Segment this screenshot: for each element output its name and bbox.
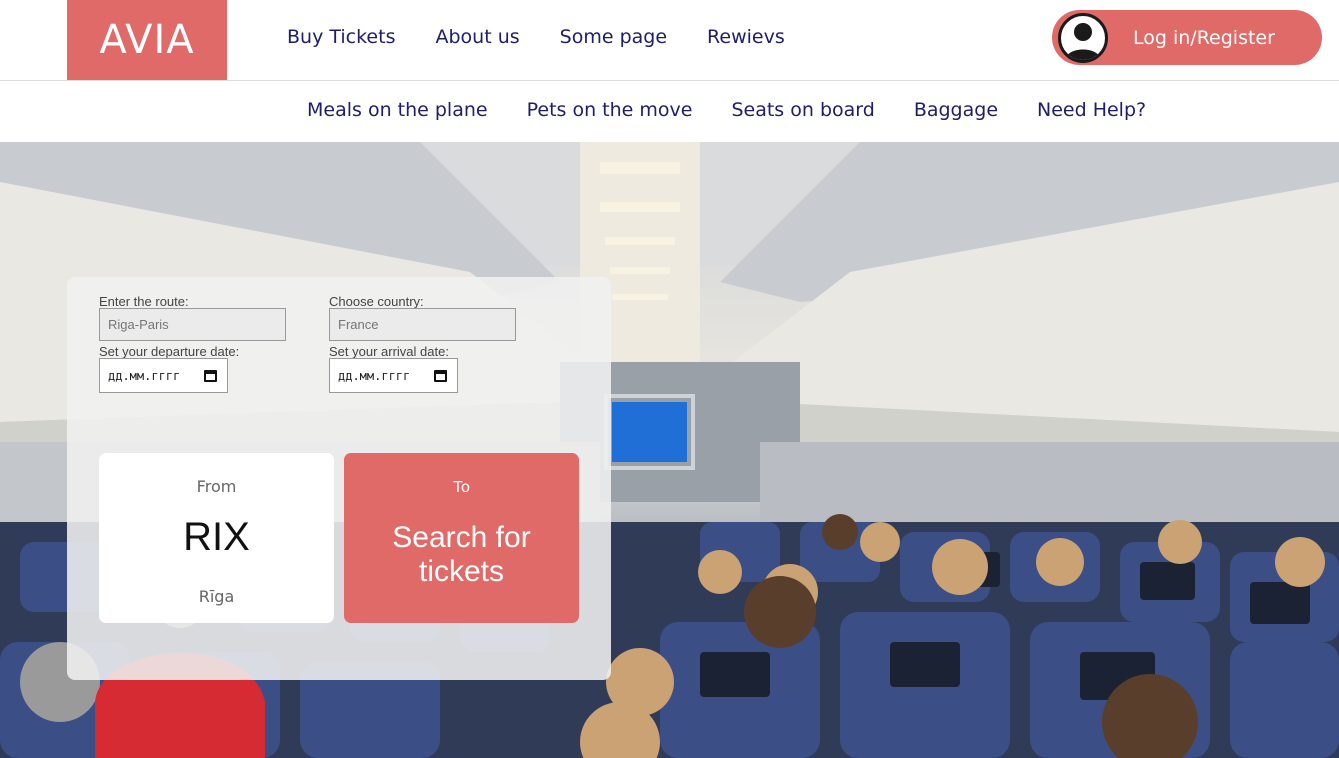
login-register-label: Log in/Register <box>1133 26 1275 49</box>
route-label: Enter the route: <box>99 294 189 309</box>
nav-reviews[interactable]: Rewievs <box>707 26 785 48</box>
from-label: From <box>196 477 237 496</box>
departure-date-value: дд.мм.гггг <box>108 368 181 383</box>
departure-date-input[interactable]: дд.мм.гггг <box>99 358 228 393</box>
search-panel: Enter the route: Choose country: Set you… <box>67 277 611 680</box>
arrival-date-input[interactable]: дд.мм.гггг <box>329 358 458 393</box>
departure-date-label: Set your departure date: <box>99 344 240 359</box>
sub-nav-links: Meals on the plane Pets on the move Seat… <box>307 99 1146 121</box>
nav-some-page[interactable]: Some page <box>560 26 667 48</box>
logo[interactable]: AVIA <box>67 0 227 80</box>
calendar-icon[interactable] <box>434 370 447 382</box>
nav-meals[interactable]: Meals on the plane <box>307 99 488 121</box>
sub-nav: Meals on the plane Pets on the move Seat… <box>0 81 1339 142</box>
nav-baggage[interactable]: Baggage <box>914 99 998 121</box>
nav-need-help[interactable]: Need Help? <box>1037 99 1146 121</box>
from-airport-code: RIX <box>183 515 250 559</box>
arrival-date-label: Set your arrival date: <box>329 344 449 359</box>
country-input[interactable] <box>329 308 516 341</box>
search-tickets-button[interactable]: To Search for tickets <box>344 453 579 623</box>
country-label: Choose country: <box>329 294 424 309</box>
nav-about-us[interactable]: About us <box>435 26 519 48</box>
calendar-icon[interactable] <box>204 370 217 382</box>
nav-pets[interactable]: Pets on the move <box>527 99 693 121</box>
to-label: To <box>453 479 470 496</box>
user-avatar-icon <box>1058 12 1108 63</box>
main-nav: Buy Tickets About us Some page Rewievs <box>287 26 785 48</box>
nav-seats[interactable]: Seats on board <box>731 99 874 121</box>
top-header: AVIA Buy Tickets About us Some page Rewi… <box>0 0 1339 81</box>
from-city: Rīga <box>198 587 235 606</box>
search-tickets-label: Search for tickets <box>392 521 531 588</box>
route-input[interactable] <box>99 308 286 341</box>
arrival-date-value: дд.мм.гггг <box>338 368 411 383</box>
from-card[interactable]: From RIX Rīga <box>99 453 334 623</box>
nav-buy-tickets[interactable]: Buy Tickets <box>287 26 395 48</box>
login-register-button[interactable]: Log in/Register <box>1052 10 1322 65</box>
